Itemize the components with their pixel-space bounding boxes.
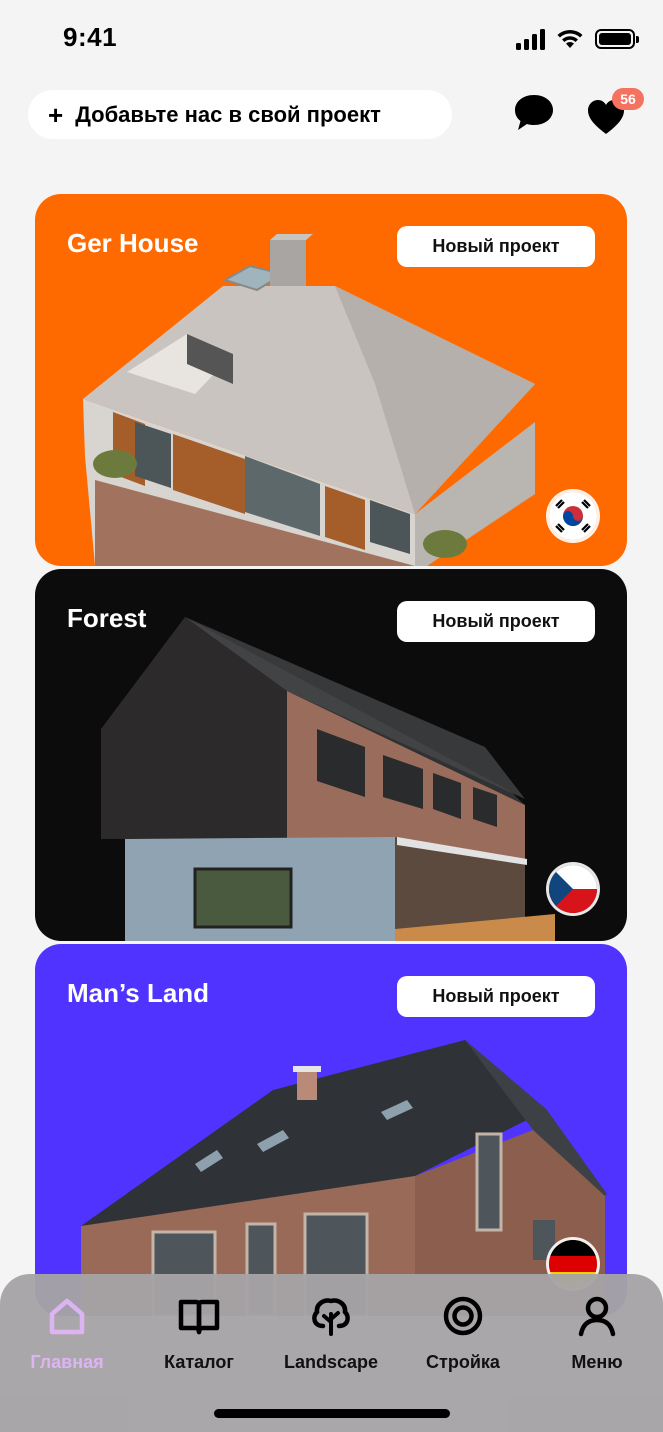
tab-label: Landscape	[283, 1352, 379, 1372]
cellular-signal-icon	[516, 28, 545, 50]
czech-flag-icon	[549, 865, 597, 913]
target-icon	[443, 1296, 483, 1336]
south-korea-flag-icon	[549, 492, 597, 540]
plus-icon: +	[48, 99, 64, 130]
card-title: Ger House	[67, 228, 199, 258]
tab-landscape[interactable]: Landscape	[266, 1294, 396, 1373]
wifi-icon	[557, 29, 583, 48]
add-to-project-label: Добавьте нас в свой проект	[75, 101, 381, 127]
card-title: Man’s Land	[67, 978, 210, 1008]
status-icons	[516, 28, 639, 50]
new-project-button[interactable]: Новый проект	[397, 976, 595, 1017]
tab-label: Стройка	[426, 1352, 500, 1372]
card-title: Forest	[67, 603, 147, 633]
tab-catalog[interactable]: Каталог	[134, 1294, 264, 1373]
status-time: 9:41	[63, 22, 118, 52]
tab-label: Главная	[30, 1352, 104, 1372]
user-icon	[578, 1296, 616, 1337]
tab-home[interactable]: Главная	[2, 1294, 132, 1373]
tree-icon	[312, 1298, 350, 1336]
tab-label: Каталог	[164, 1352, 234, 1372]
home-indicator[interactable]	[214, 1409, 450, 1418]
add-to-project-button[interactable]: + Добавьте нас в свой проект	[28, 90, 452, 139]
new-project-button[interactable]: Новый проект	[397, 226, 595, 267]
tab-label: Меню	[571, 1352, 623, 1372]
project-card-ger-house[interactable]: Ger House Новый проект	[35, 194, 627, 566]
home-icon	[49, 1298, 85, 1335]
status-bar: 9:41	[0, 0, 663, 80]
chat-bubble-icon	[515, 95, 553, 130]
tab-menu[interactable]: Меню	[532, 1294, 662, 1373]
favorites-count-badge: 56	[612, 88, 644, 110]
battery-icon	[595, 29, 639, 49]
project-card-mans-land[interactable]: Man’s Land Новый проект	[35, 944, 627, 1316]
new-project-button[interactable]: Новый проект	[397, 601, 595, 642]
project-card-forest[interactable]: Forest Новый проект	[35, 569, 627, 941]
book-icon	[178, 1299, 220, 1335]
chat-button[interactable]	[512, 92, 560, 136]
favorites-button[interactable]: 56	[582, 88, 644, 142]
tab-construction[interactable]: Стройка	[398, 1294, 528, 1373]
